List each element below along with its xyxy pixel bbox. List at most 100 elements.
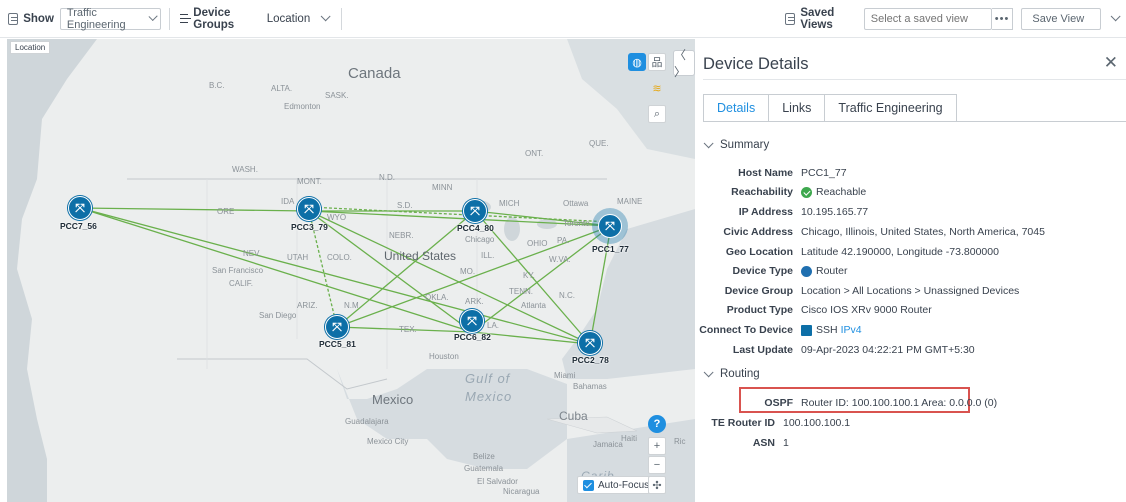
map-label: NEBR.: [389, 231, 414, 240]
link[interactable]: [79, 207, 310, 212]
ip-address-value: 10.195.165.77: [801, 206, 869, 218]
device-group-key: Device Group: [724, 285, 793, 297]
last-update-value: 09-Apr-2023 04:22:21 PM GMT+5:30: [801, 344, 975, 356]
layers-icon[interactable]: ≋: [648, 79, 666, 97]
router-icon: ⤧: [304, 201, 314, 216]
map-label: Houston: [429, 352, 459, 361]
ipv4-link[interactable]: IPv4: [841, 324, 862, 336]
search-map-button[interactable]: ⌕: [648, 105, 666, 123]
map-label: Mexico: [372, 392, 414, 407]
geo-location-value: Latitude 42.190000, Longitude -73.800000: [801, 246, 999, 258]
ssh-label: SSH: [816, 324, 838, 336]
close-icon[interactable]: ✕: [1104, 53, 1118, 73]
summary-heading: Summary: [720, 139, 770, 151]
detail-tabs: Details Links Traffic Engineering: [703, 94, 957, 122]
filter-icon: [179, 14, 191, 23]
map-label: TENN.: [509, 287, 533, 296]
map-label: ALTA.: [271, 84, 293, 93]
map-label: QUE.: [589, 139, 609, 148]
link[interactable]: [474, 210, 612, 227]
device-node-pcc2-78[interactable]: ⤧: [578, 331, 602, 355]
device-groups-label: Device Groups: [193, 6, 235, 31]
map-label: ILL.: [481, 251, 495, 260]
move-icon[interactable]: ✣: [648, 476, 666, 494]
node-label: PCC3_79: [291, 222, 328, 232]
device-type-row: Device Type Router: [695, 264, 848, 278]
map-label: LA.: [487, 321, 500, 330]
device-node-pcc6-82[interactable]: ⤧: [460, 309, 484, 333]
map-label: Haiti: [621, 434, 638, 443]
routing-section-toggle[interactable]: Routing: [703, 366, 760, 380]
save-view-menu-button[interactable]: [1101, 8, 1126, 30]
ospf-row: OSPF Router ID: 100.100.100.1 Area: 0.0.…: [695, 396, 997, 410]
topology-map[interactable]: Location Canada ALTA. SASK. B.C. Edmonto…: [7, 39, 695, 502]
tab-traffic-engineering[interactable]: Traffic Engineering: [824, 94, 957, 122]
device-groups-group: Device Groups Location: [178, 0, 331, 37]
show-dropdown[interactable]: Traffic Engineering: [59, 7, 161, 31]
map-label: PA.: [557, 236, 570, 245]
map-label: Cuba: [559, 409, 588, 423]
map-label: Canada: [348, 65, 401, 82]
help-button[interactable]: ?: [648, 415, 666, 433]
map-label: WASH.: [232, 165, 258, 174]
reachability-key: Reachability: [731, 186, 793, 198]
map-label: B.C.: [209, 81, 225, 90]
device-node-pcc3-79[interactable]: ⤧: [297, 197, 321, 221]
asn-value: 1: [783, 437, 789, 449]
map-label: Ric: [674, 437, 686, 446]
ip-address-key: IP Address: [738, 206, 793, 218]
link[interactable]: [308, 210, 591, 345]
map-label: Ottawa: [563, 199, 589, 208]
map-label: ONT.: [525, 149, 544, 158]
tabs-underline: [703, 121, 1126, 122]
node-label: PCC5_81: [319, 339, 356, 349]
reachability-value: Reachable: [801, 186, 866, 198]
router-icon: ⤧: [75, 200, 85, 215]
topology-view-button[interactable]: 品: [648, 53, 666, 71]
auto-focus-toggle[interactable]: Auto-Focus: [577, 476, 656, 494]
saved-views-group: Saved Views ••• Save View: [785, 0, 1126, 37]
divider: [341, 7, 343, 30]
router-icon: ⤧: [470, 203, 480, 218]
civic-address-row: Civic Address Chicago, Illinois, United …: [695, 225, 1045, 239]
router-icon: [801, 265, 812, 277]
zoom-out-button[interactable]: −: [648, 456, 666, 474]
summary-section-toggle[interactable]: Summary: [703, 137, 770, 151]
node-label: PCC7_56: [60, 221, 97, 231]
map-label: IDA: [281, 197, 295, 206]
map-label: N.M.: [344, 301, 361, 310]
device-group-row: Device Group Location > All Locations > …: [695, 284, 1020, 298]
location-dropdown[interactable]: Location: [267, 11, 331, 25]
device-type-text: Router: [816, 265, 848, 277]
save-view-button[interactable]: Save View: [1021, 7, 1102, 30]
geo-location-row: Geo Location Latitude 42.190000, Longitu…: [695, 245, 999, 259]
zoom-in-button[interactable]: +: [648, 437, 666, 455]
routing-heading: Routing: [720, 368, 760, 380]
tab-details[interactable]: Details: [703, 94, 770, 122]
map-label: Mexico: [465, 389, 513, 404]
saved-view-input[interactable]: [863, 7, 992, 30]
reachable-check-icon: [801, 186, 812, 198]
map-label: Bahamas: [573, 382, 607, 391]
show-group: Show Traffic Engineering: [8, 0, 161, 37]
product-type-row: Product Type Cisco IOS XRv 9000 Router: [695, 303, 932, 317]
globe-view-button[interactable]: ◍: [628, 53, 646, 71]
checkbox-checked-icon: [583, 479, 594, 491]
map-label: Jamaica: [593, 440, 623, 449]
saved-views-icon: [785, 12, 796, 25]
panel-collapse-button[interactable]: 〈 〉: [673, 48, 695, 79]
device-node-pcc1-77[interactable]: ⤧: [598, 214, 622, 238]
more-options-button[interactable]: •••: [991, 7, 1014, 30]
device-node-pcc4-80[interactable]: ⤧: [463, 199, 487, 223]
civic-address-key: Civic Address: [723, 226, 793, 238]
connect-to-device-value: SSH IPv4: [801, 324, 862, 336]
map-label: El Salvador: [477, 477, 518, 486]
chevron-down-icon: [320, 11, 331, 22]
tab-links[interactable]: Links: [768, 94, 826, 122]
map-label: N.D.: [379, 173, 395, 182]
chevron-down-icon: [1110, 11, 1121, 22]
device-node-pcc7-56[interactable]: ⤧: [68, 196, 92, 220]
map-label: MINN: [432, 183, 453, 192]
product-type-value: Cisco IOS XRv 9000 Router: [801, 304, 932, 316]
device-node-pcc5-81[interactable]: ⤧: [325, 315, 349, 339]
